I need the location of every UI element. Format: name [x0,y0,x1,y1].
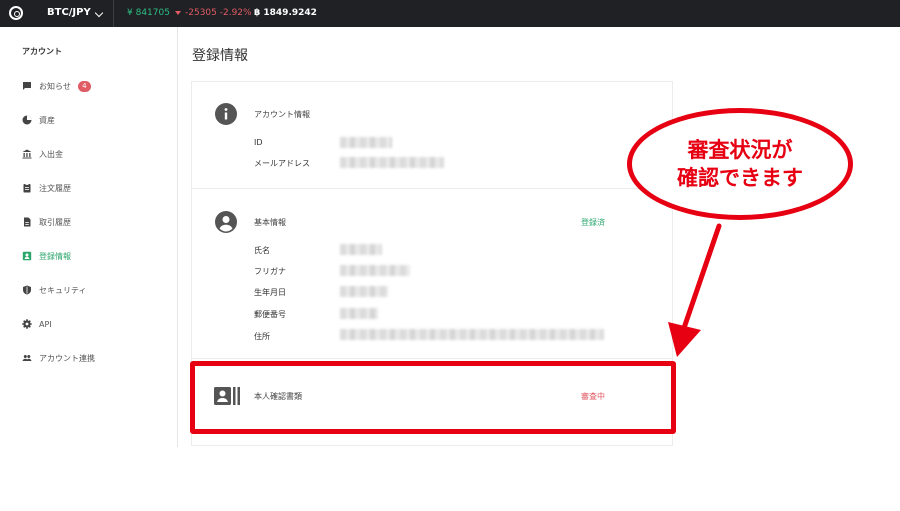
sidebar-item-account-link[interactable]: アカウント連携 [22,350,172,366]
sidebar-item-api[interactable]: API [22,316,172,332]
birthdate-label: 生年月日 [254,288,286,297]
sidebar-item-label: 登録情報 [39,251,71,261]
name-value-redacted [340,244,382,255]
basic-info-status: 登録済 [581,218,605,227]
sidebar-item-label: お知らせ [39,81,71,91]
furigana-value-redacted [340,265,410,276]
price-change: -25305 -2.92% [185,8,252,18]
topbar-divider [113,0,114,27]
sidebar-heading: アカウント [22,47,62,56]
info-icon [215,103,237,125]
postal-code-value-redacted [340,308,378,319]
sidebar-item-trade-history[interactable]: 取引履歴 [22,214,172,230]
address-label: 住所 [254,332,270,341]
top-bar: BTC/JPY ¥ 841705 -25305 -2.92% ฿ 1849.92… [0,0,900,27]
sidebar-item-label: セキュリティ [39,285,87,295]
id-value-redacted [340,137,392,148]
name-label: 氏名 [254,246,270,255]
gear-icon [22,319,32,329]
sidebar-item-label: 取引履歴 [39,217,71,227]
sidebar-item-assets[interactable]: 資産 [22,112,172,128]
sidebar-item-label: API [39,319,52,329]
last-price: ¥ 841705 [127,8,170,18]
email-value-redacted [340,157,444,168]
annotation-bubble: 審査状況が 確認できます [627,108,853,220]
chevron-down-icon[interactable] [94,8,104,18]
sidebar: アカウント お知らせ 4 資産 入出金 注文履歴 取引履歴 登録情報 セキュリテ… [0,27,178,447]
highlight-box [190,361,676,434]
sidebar-item-notifications[interactable]: お知らせ 4 [22,78,172,94]
sidebar-item-deposit-withdraw[interactable]: 入出金 [22,146,172,162]
address-value-redacted [340,329,604,340]
pie-chart-icon [22,115,32,125]
sidebar-item-label: 注文履歴 [39,183,71,193]
annotation-line-2: 確認できます [677,166,803,190]
postal-code-label: 郵便番号 [254,310,286,319]
section-divider [191,358,673,359]
sidebar-item-security[interactable]: セキュリティ [22,282,172,298]
notification-count-badge: 4 [77,80,91,92]
account-info-title: アカウント情報 [254,110,310,119]
price-down-icon [175,11,181,15]
sidebar-item-order-history[interactable]: 注文履歴 [22,180,172,196]
user-circle-icon [215,211,237,233]
annotation-line-1: 審査状況が [687,138,793,162]
basic-info-title: 基本情報 [254,218,286,227]
email-label: メールアドレス [254,159,310,168]
sidebar-item-registration-info[interactable]: 登録情報 [22,248,172,264]
contact-card-icon [22,251,32,261]
shield-icon [22,285,32,295]
trade-volume: ฿ 1849.9242 [254,8,317,18]
sidebar-item-label: アカウント連携 [39,353,95,363]
section-divider [191,188,673,189]
sidebar-item-label: 入出金 [39,149,63,159]
currency-pair-selector[interactable]: BTC/JPY [47,7,91,18]
bank-icon [22,149,32,159]
bitbank-logo-icon[interactable] [9,6,23,20]
message-icon [22,81,32,91]
id-label: ID [254,138,263,147]
sidebar-item-label: 資産 [39,115,55,125]
document-icon [22,217,32,227]
furigana-label: フリガナ [254,267,286,276]
birthdate-value-redacted [340,286,388,297]
clipboard-icon [22,183,32,193]
people-icon [22,353,32,363]
page-title: 登録情報 [192,48,248,64]
